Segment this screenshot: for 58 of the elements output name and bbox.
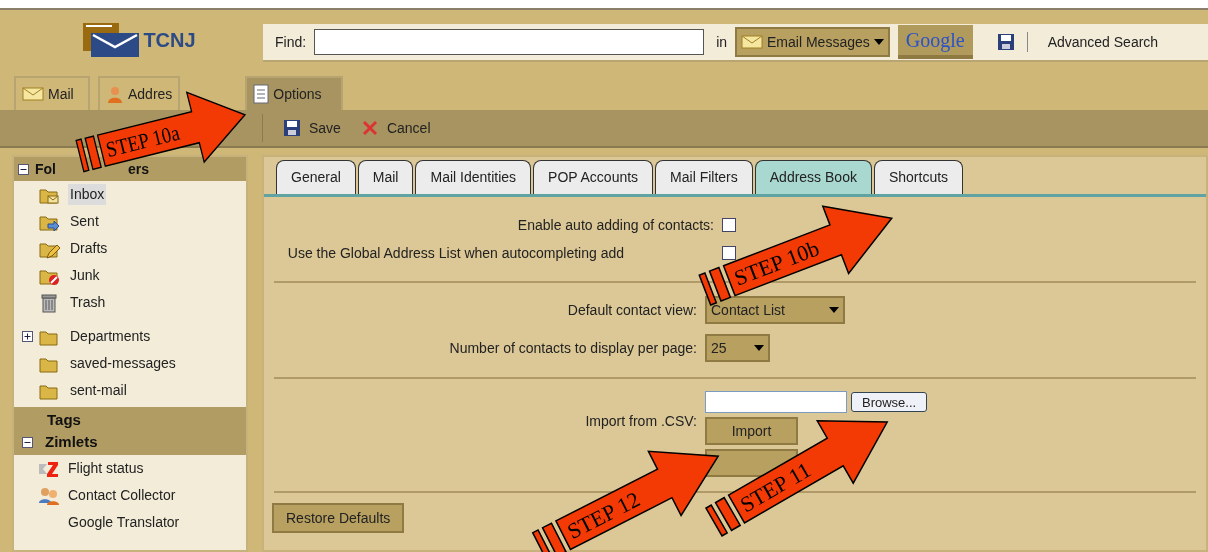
setting-label: Use the Global Address List when autocompleting add bbox=[287, 243, 624, 263]
browse-button[interactable]: Browse... bbox=[851, 392, 928, 412]
per-page-dropdown[interactable]: 25 bbox=[705, 334, 770, 362]
toolbar-button[interactable]: Save bbox=[283, 117, 341, 139]
section-title: Zimlets bbox=[45, 432, 98, 452]
zimlet-item[interactable]: Contact Collector bbox=[68, 485, 176, 506]
checkbox[interactable] bbox=[722, 218, 736, 232]
envelope-logo-icon bbox=[83, 23, 140, 57]
toolbar-button[interactable]: Cancel bbox=[360, 117, 431, 139]
settings-tab[interactable]: POP Accounts bbox=[533, 160, 654, 194]
setting-label: Import from .CSV: bbox=[585, 412, 697, 431]
setting-label: Number of contacts to display per page: bbox=[448, 338, 698, 358]
dropdown-caret-icon bbox=[873, 39, 884, 45]
collapse-icon bbox=[22, 436, 33, 448]
restore-defaults-button[interactable]: Restore Defaults bbox=[272, 503, 405, 533]
settings-tab[interactable]: Shortcuts bbox=[873, 160, 964, 194]
file-path-field[interactable] bbox=[705, 391, 847, 413]
find-label: Find: bbox=[275, 32, 307, 52]
folder-item[interactable]: Departments bbox=[68, 326, 153, 347]
folder-item[interactable]: saved-messages bbox=[68, 353, 178, 374]
setting-label: Default contact view: bbox=[566, 300, 698, 320]
folder-item[interactable]: Trash bbox=[68, 292, 108, 313]
logo-text: TCNJ bbox=[143, 28, 196, 53]
collapse-icon bbox=[18, 163, 29, 175]
contact-view-dropdown[interactable]: Contact List bbox=[705, 296, 845, 324]
scope-dropdown[interactable]: Email Messages bbox=[735, 27, 890, 57]
checkbox[interactable] bbox=[722, 246, 736, 260]
settings-tab[interactable]: Mail Filters bbox=[655, 160, 753, 194]
people-icon bbox=[38, 485, 60, 506]
envelope-icon bbox=[22, 87, 44, 101]
section-title: Fol bbox=[35, 159, 56, 179]
document-list-icon bbox=[253, 84, 270, 104]
dropdown-caret-icon bbox=[829, 307, 839, 313]
folder-item[interactable]: Drafts bbox=[68, 238, 110, 259]
app-tab[interactable]: Addres bbox=[98, 76, 181, 110]
settings-tab[interactable]: General bbox=[276, 160, 356, 194]
trash-icon bbox=[38, 292, 60, 313]
settings-tab[interactable]: Mail bbox=[357, 160, 414, 194]
app-tab[interactable]: Options bbox=[245, 76, 344, 110]
settings-tab[interactable]: Address Book bbox=[754, 160, 872, 194]
advanced-search-link[interactable]: Advanced Search bbox=[1047, 31, 1159, 53]
import-button[interactable]: Import bbox=[705, 417, 798, 445]
expand-icon[interactable] bbox=[22, 331, 33, 342]
envelope-icon bbox=[741, 35, 764, 49]
x-icon bbox=[360, 119, 379, 137]
section-title: Tags bbox=[46, 409, 82, 430]
app-tab[interactable]: Mail bbox=[14, 76, 90, 110]
settings-tab[interactable]: Mail Identities bbox=[415, 160, 532, 194]
folder-item[interactable]: Inbox bbox=[68, 184, 107, 205]
in-label: in bbox=[716, 32, 728, 52]
folder-item[interactable]: Sent bbox=[68, 211, 101, 232]
person-icon bbox=[106, 85, 124, 103]
folder-item[interactable]: sent-mail bbox=[68, 380, 129, 401]
dropdown-caret-icon bbox=[754, 345, 764, 351]
zimlet-item[interactable]: Google Translator bbox=[68, 512, 180, 533]
zimlet-item[interactable]: Flight status bbox=[68, 458, 144, 479]
search-field[interactable] bbox=[314, 29, 705, 55]
folder-item[interactable]: Junk bbox=[68, 265, 102, 286]
